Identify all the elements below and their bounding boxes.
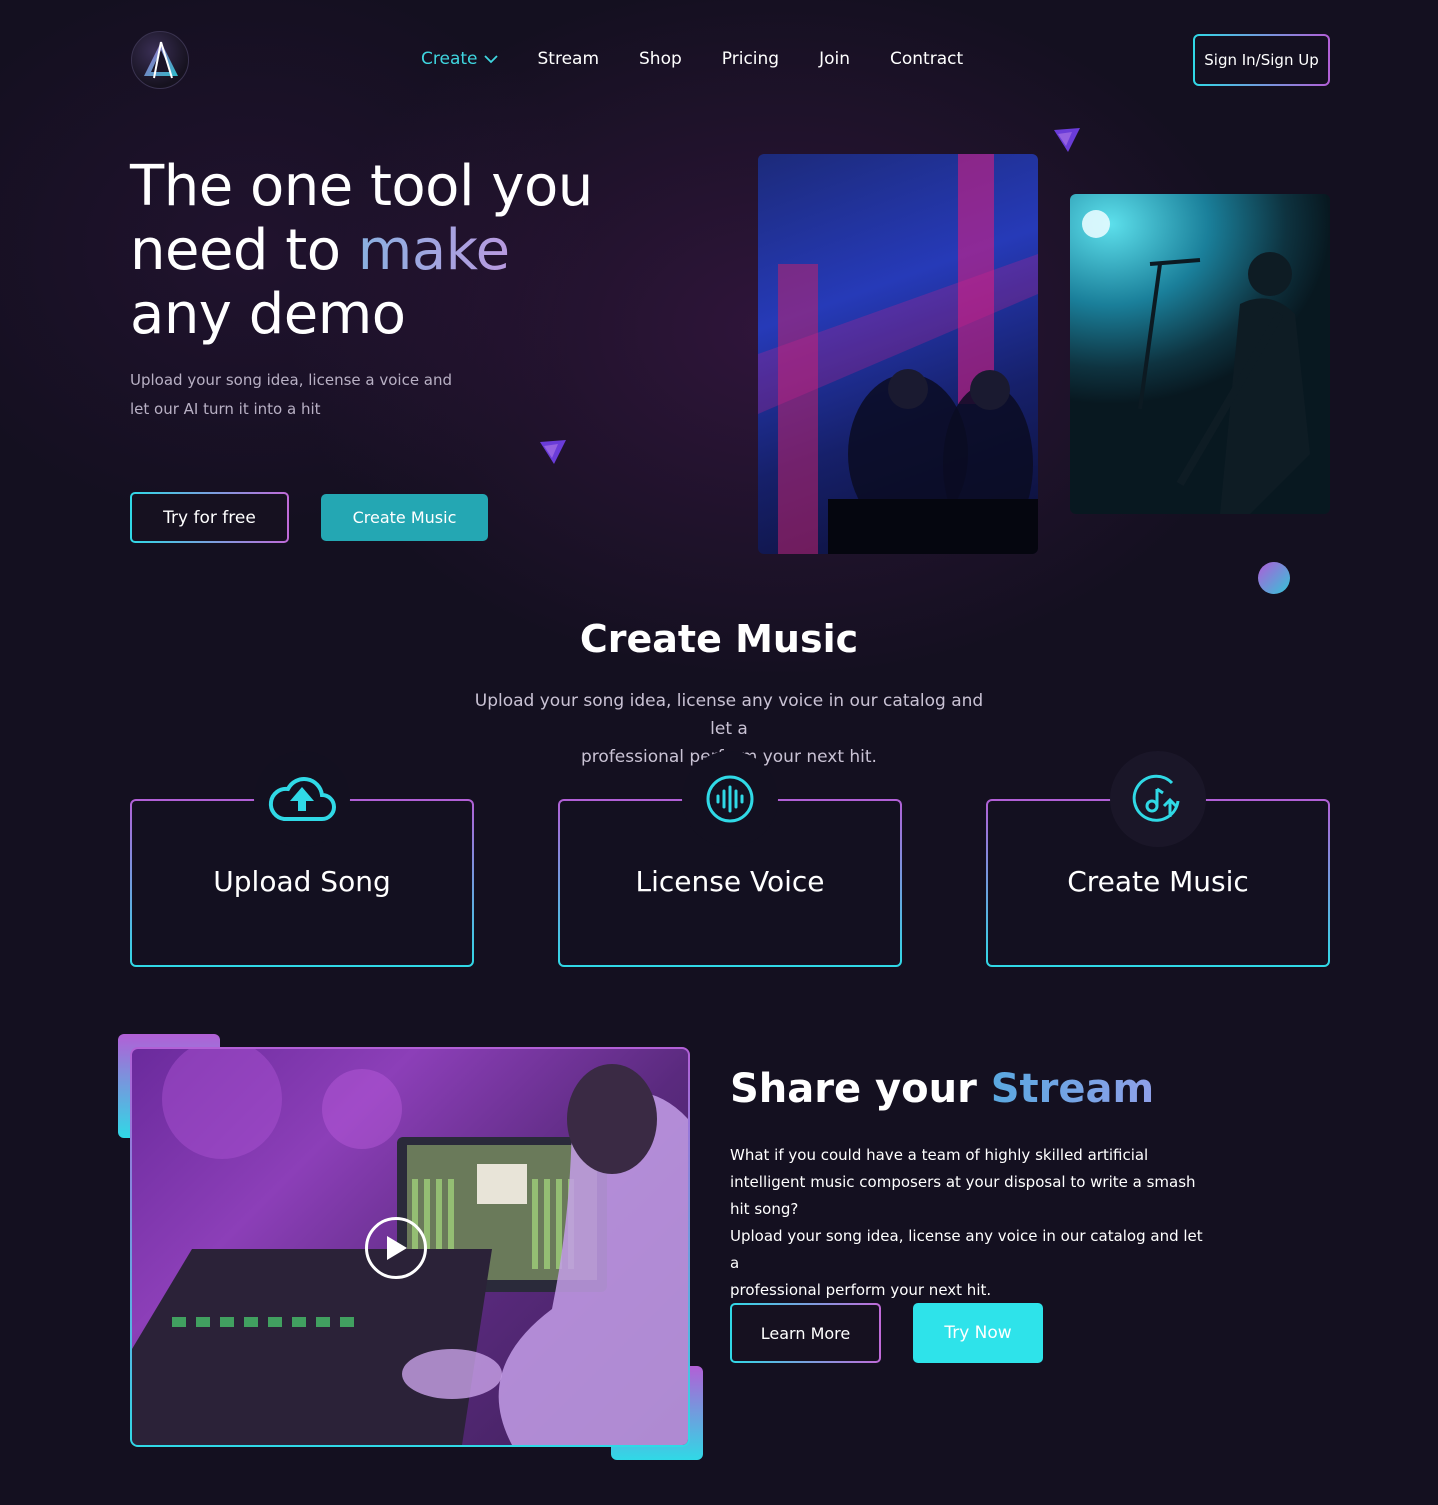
main-nav: Create Stream Shop Pricing Join Contract — [421, 49, 963, 69]
hero-title-line1: The one tool you — [130, 154, 593, 219]
license-voice-card[interactable]: License Voice — [558, 751, 902, 967]
share-p1-line2: intelligent music composers at your disp… — [730, 1173, 1196, 1191]
nav-pricing[interactable]: Pricing — [722, 49, 779, 69]
hero-title-accent: make — [357, 218, 510, 283]
signin-label: Sign In/Sign Up — [1204, 51, 1319, 69]
try-for-free-button[interactable]: Try for free — [130, 492, 289, 543]
create-music-label: Create Music — [352, 508, 457, 527]
decorative-triangle-icon — [1054, 128, 1080, 152]
hero-title: The one tool you need to make any demo — [130, 155, 650, 347]
cloud-upload-icon — [268, 777, 336, 821]
create-music-card-label: Create Music — [1067, 865, 1249, 898]
sound-wave-icon-wrap — [682, 751, 778, 847]
signin-button[interactable]: Sign In/Sign Up — [1193, 34, 1330, 86]
cloud-upload-icon-wrap — [254, 751, 350, 847]
share-paragraph-2: Upload your song idea, license any voice… — [730, 1223, 1210, 1304]
share-paragraph-1: What if you could have a team of highly … — [730, 1142, 1200, 1223]
sound-wave-icon — [706, 775, 754, 823]
share-p1-line3: hit song? — [730, 1200, 799, 1218]
decorative-circle — [1258, 562, 1290, 594]
try-for-free-label: Try for free — [163, 507, 256, 528]
nav-create-label: Create — [421, 49, 478, 69]
singer-silhouette-image — [1070, 194, 1330, 514]
nav-shop[interactable]: Shop — [639, 49, 682, 69]
upload-song-label: Upload Song — [213, 865, 391, 898]
create-music-button[interactable]: Create Music — [321, 494, 488, 541]
logo[interactable] — [131, 31, 189, 89]
learn-more-button[interactable]: Learn More — [730, 1303, 881, 1363]
share-p2-line1: Upload your song idea, license any voice… — [730, 1227, 1203, 1272]
nav-join-label: Join — [819, 49, 851, 69]
nav-stream[interactable]: Stream — [538, 49, 600, 69]
share-title-accent: Stream — [990, 1066, 1155, 1112]
create-section-subtitle-line1: Upload your song idea, license any voice… — [474, 691, 984, 739]
nav-pricing-label: Pricing — [721, 49, 780, 69]
learn-more-label: Learn More — [760, 1323, 851, 1343]
share-p2-line2: professional perform your next hit. — [730, 1281, 992, 1299]
hero-subtitle-line1: Upload your song idea, license a voice a… — [130, 371, 453, 389]
nav-contract[interactable]: Contract — [890, 49, 963, 69]
nav-create[interactable]: Create — [421, 49, 498, 69]
try-now-label: Try Now — [944, 1323, 1012, 1343]
nav-contract-label: Contract — [890, 49, 964, 69]
share-section-title: Share your Stream — [730, 1066, 1154, 1112]
share-title-plain: Share your — [730, 1066, 991, 1112]
create-music-card[interactable]: Create Music — [986, 751, 1330, 967]
music-note-upload-icon-wrap — [1110, 751, 1206, 847]
chevron-down-icon — [483, 54, 498, 63]
play-icon — [387, 1236, 407, 1260]
play-button[interactable] — [365, 1217, 427, 1279]
decorative-triangle-icon — [540, 440, 566, 464]
nav-shop-label: Shop — [639, 49, 682, 69]
hero-subtitle: Upload your song idea, license a voice a… — [130, 366, 460, 424]
hero-subtitle-line2: let our AI turn it into a hit — [130, 400, 321, 418]
triangle-logo-icon — [144, 41, 178, 79]
music-note-upload-icon — [1132, 774, 1180, 822]
try-now-button[interactable]: Try Now — [913, 1303, 1043, 1363]
studio-video[interactable] — [130, 1047, 690, 1447]
dj-performers-image — [758, 154, 1038, 554]
nav-join[interactable]: Join — [819, 49, 850, 69]
upload-song-card[interactable]: Upload Song — [130, 751, 474, 967]
nav-stream-label: Stream — [537, 49, 600, 69]
share-p1-line1: What if you could have a team of highly … — [730, 1146, 1149, 1164]
hero-title-line2: need to — [130, 218, 358, 283]
license-voice-label: License Voice — [635, 865, 825, 898]
create-section-title: Create Music — [579, 617, 859, 661]
hero-title-line3: any demo — [130, 282, 406, 347]
